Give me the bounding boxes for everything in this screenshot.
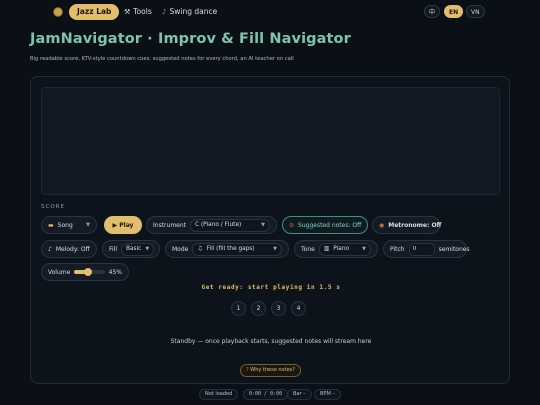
chevron-down-icon: ▼ xyxy=(145,246,150,252)
metronome-toggle[interactable]: ◉ Metronome: Off xyxy=(372,216,442,234)
pitch-input[interactable] xyxy=(408,242,435,256)
why-these-notes-button[interactable]: ? Why these notes? xyxy=(240,364,301,377)
fill-value: Basic xyxy=(126,246,142,252)
logo-icon[interactable] xyxy=(54,8,62,16)
lang-vn-button[interactable]: VN xyxy=(466,5,485,18)
mode-value: Fill (fill the gaps) xyxy=(206,246,255,252)
pitch-label: Pitch xyxy=(390,245,405,253)
fill-select[interactable]: Basic ▼ xyxy=(121,242,155,256)
tone-label: Tone xyxy=(301,245,315,253)
why-label: Why these notes? xyxy=(250,367,295,373)
suggested-notes-toggle[interactable]: ⊘ Suggested notes: Off xyxy=(282,216,368,234)
tone-select[interactable]: ▥ Piano ▼ xyxy=(318,242,371,256)
beat-indicators: 1 2 3 4 xyxy=(231,301,306,316)
bar-readout: Bar – xyxy=(287,389,312,400)
lang-zh-button[interactable]: 中 xyxy=(424,5,441,18)
top-nav: Jazz Lab ⚒ Tools ♪ Swing dance 中 EN VN xyxy=(0,0,540,24)
dancer-icon: ♪ xyxy=(162,8,167,16)
tone-value: Piano xyxy=(333,246,350,252)
melody-label: Melody: Off xyxy=(55,245,90,253)
lang-en-button[interactable]: EN xyxy=(444,5,464,18)
load-status: Not loaded xyxy=(199,389,239,400)
bpm-readout: BPM – xyxy=(314,389,341,400)
volume-label: Volume xyxy=(48,268,71,276)
page-subtitle: Big readable score, KTV-style countdown … xyxy=(30,56,294,62)
chevron-down-icon: ▼ xyxy=(273,246,277,252)
no-entry-icon: ⊘ xyxy=(289,221,295,229)
main-card: SCORE ▬ Song ▼ ▶ Play Instrument C (Pian… xyxy=(30,76,510,384)
melody-toggle[interactable]: ♪ Melody: Off xyxy=(41,240,97,258)
nav-tools-label: Tools xyxy=(133,7,152,16)
mode-control: Mode ♫ Fill (fill the gaps) ▼ xyxy=(165,240,289,258)
pitch-unit: semitones xyxy=(438,245,470,253)
nav-tools-link[interactable]: ⚒ Tools xyxy=(124,4,152,20)
beat-2: 2 xyxy=(251,301,266,316)
piano-icon: ▥ xyxy=(323,246,330,252)
source-value: Song xyxy=(57,221,73,229)
volume-slider[interactable] xyxy=(74,268,105,276)
play-button[interactable]: ▶ Play xyxy=(104,216,142,234)
music-note-icon: ♫ xyxy=(197,246,203,252)
volume-slider-knob[interactable] xyxy=(83,268,92,276)
standby-message: Standby — once playback starts, suggeste… xyxy=(170,338,372,345)
beat-1: 1 xyxy=(231,301,246,316)
nav-brand-jazz-lab[interactable]: Jazz Lab xyxy=(69,4,120,20)
tools-icon: ⚒ xyxy=(124,8,131,16)
beat-3: 3 xyxy=(271,301,286,316)
instrument-label: Instrument xyxy=(153,221,187,229)
score-display xyxy=(41,87,500,195)
pitch-control: Pitch semitones xyxy=(383,240,470,258)
drum-icon: ◉ xyxy=(379,221,385,229)
nav-swing-label: Swing dance xyxy=(169,7,218,16)
score-section-label: SCORE xyxy=(41,204,65,210)
fill-control: Fill Basic ▼ xyxy=(102,240,160,258)
volume-value: 45% xyxy=(108,268,122,276)
source-select[interactable]: ▬ Song ▼ xyxy=(41,216,97,234)
fill-label: Fill xyxy=(109,245,118,253)
countdown-text: Get ready: start playing in 1.5 s xyxy=(201,284,341,291)
song-icon: ▬ xyxy=(48,221,54,229)
chevron-down-icon: ▼ xyxy=(86,222,90,228)
instrument-select[interactable]: C (Piano / Flute) ▼ xyxy=(190,218,270,232)
tone-control: Tone ▥ Piano ▼ xyxy=(294,240,378,258)
microphone-icon: ♪ xyxy=(48,245,52,253)
instrument-control: Instrument C (Piano / Flute) ▼ xyxy=(146,216,277,234)
chevron-down-icon: ▼ xyxy=(362,246,366,252)
metronome-label: Metronome: Off xyxy=(388,221,442,229)
mode-label: Mode xyxy=(172,245,189,253)
volume-control: Volume 45% xyxy=(41,263,129,281)
question-icon: ? xyxy=(246,367,249,373)
page-title: JamNavigator · Improv & Fill Navigator xyxy=(30,31,351,47)
suggested-notes-label: Suggested notes: Off xyxy=(298,221,362,229)
beat-4: 4 xyxy=(291,301,306,316)
instrument-value: C (Piano / Flute) xyxy=(195,222,242,228)
chevron-down-icon: ▼ xyxy=(261,222,265,228)
time-readout: 0:00 / 0:00 xyxy=(243,389,289,400)
mode-select[interactable]: ♫ Fill (fill the gaps) ▼ xyxy=(192,242,282,256)
nav-swing-link[interactable]: ♪ Swing dance xyxy=(162,4,217,20)
